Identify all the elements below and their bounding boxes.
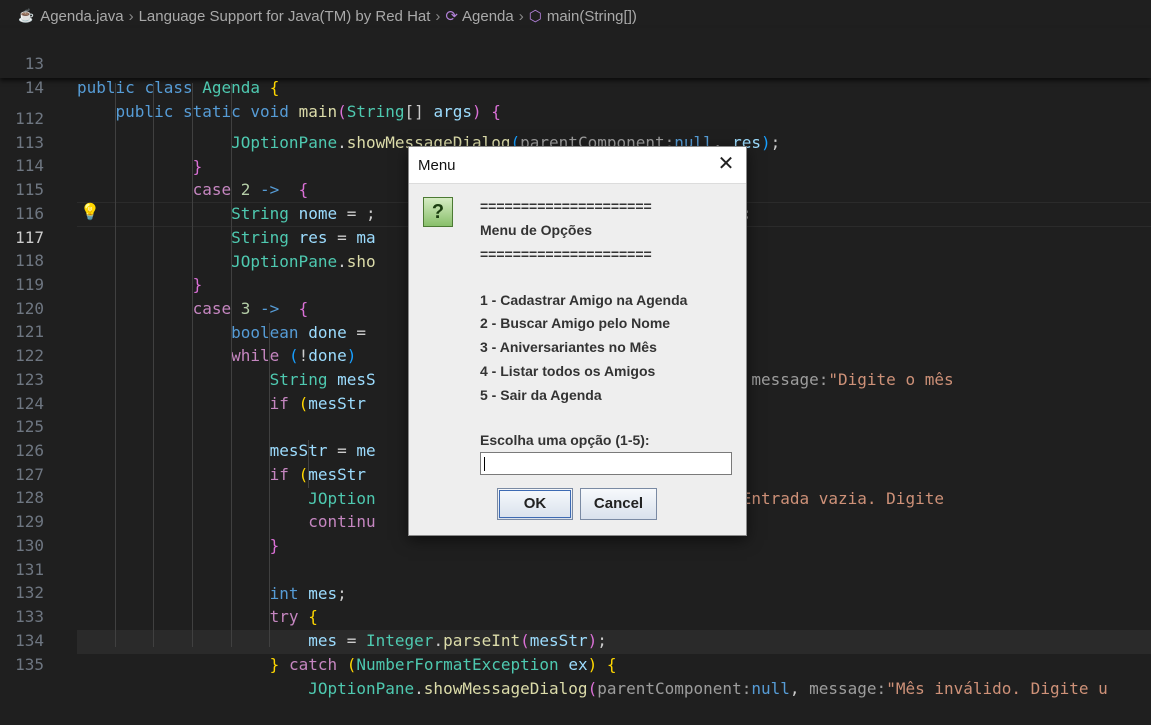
lightbulb-icon[interactable]: 💡 [80,202,100,221]
menu-option: 3 - Aniversariantes no Mês [480,339,657,355]
breadcrumb-label: Agenda.java [40,7,124,25]
menu-heading: Menu de Opções [480,222,593,238]
line-number: 14 [24,78,44,97]
chevron-right-icon: › [435,7,441,25]
code-line[interactable]: 13 public class Agenda { [0,28,1151,97]
code-line[interactable]: 14 public static void main(String[] args… [0,52,1151,121]
indent-guide [231,83,232,647]
code-line[interactable]: 135 JOptionPane.showMessageDialog(parent… [0,629,1151,698]
close-button[interactable]: ✕ [714,151,738,177]
method-symbol-icon: ⬡ [528,8,542,25]
java-file-icon: ☕ [18,8,35,23]
indent-guide [308,440,309,488]
code-text: } catch (NumberFormatException ex) { [269,655,617,674]
chevron-right-icon: › [518,7,524,25]
cancel-button[interactable]: Cancel [580,488,657,520]
indent-guide [153,83,154,647]
menu-option: 5 - Sair da Agenda [480,387,602,403]
code-line[interactable]: 133 mes = Integer.parseInt(mesStr); [0,581,1151,650]
line-number: 135 [15,655,44,674]
chevron-right-icon: › [128,7,134,25]
option-input[interactable] [480,452,732,475]
ok-button[interactable]: OK [497,488,573,520]
question-icon: ? [423,197,453,227]
breadcrumb-item-method[interactable]: ⬡ main(String[]) [528,7,637,26]
menu-option: 1 - Cadastrar Amigo na Agenda [480,292,688,308]
code-line[interactable]: 131 int mes; [0,534,1151,603]
indent-guide [192,83,193,647]
menu-dialog[interactable]: Menu ✕ ? ===================== Menu de O… [408,146,747,536]
code-line[interactable]: 132 try { [0,557,1151,626]
breadcrumb-label: Agenda [462,7,514,25]
breadcrumb-label: main(String[]) [546,7,637,25]
breadcrumb-item-extension[interactable]: Language Support for Java(TM) by Red Hat [139,8,431,25]
code-line[interactable]: 134 } catch (NumberFormatException ex) { [0,605,1151,674]
dialog-title: Menu [418,157,456,174]
class-symbol-icon: ⟳ [445,8,458,25]
code-text: public class Agenda { [77,78,280,97]
indent-guide [269,323,270,647]
input-prompt: Escolha uma opção (1-5): [480,432,650,448]
code-text: JOptionPane.showMessageDialog(parentComp… [308,679,1108,698]
menu-option: 4 - Listar todos os Amigos [480,363,656,379]
breadcrumb-item-file[interactable]: ☕ Agenda.java [18,8,124,25]
indent-guide [115,83,116,647]
menu-separator: ===================== [480,198,652,214]
menu-separator: ===================== [480,246,652,262]
dialog-title-bar[interactable]: Menu ✕ [409,147,746,184]
text-caret [484,457,485,471]
menu-option: 2 - Buscar Amigo pelo Nome [480,315,671,331]
sticky-scroll-header[interactable]: 13 public class Agenda { 14 public stati… [0,28,1151,121]
breadcrumb-label: Language Support for Java(TM) by Red Hat [138,7,431,25]
code-text: public static void main(String[] args) { [115,102,501,121]
breadcrumb-item-class[interactable]: ⟳ Agenda [445,7,514,26]
